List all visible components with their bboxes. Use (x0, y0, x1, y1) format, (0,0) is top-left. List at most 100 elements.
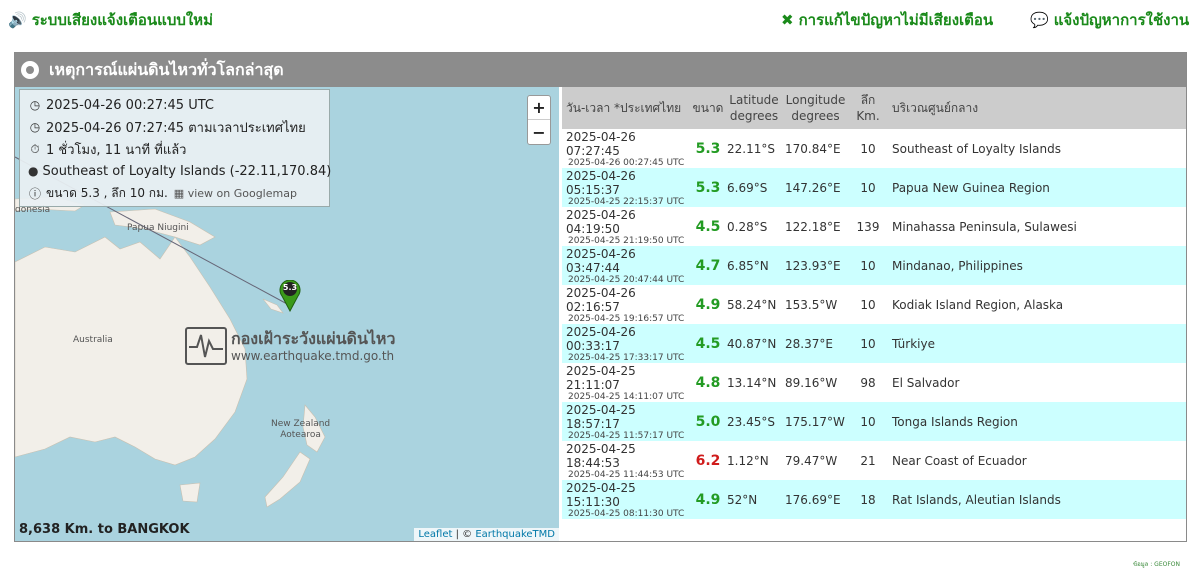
cell-latitude: 0.28°S (727, 219, 768, 234)
cell-thai-time: 2025-04-26 03:47:44 (566, 246, 636, 275)
cell-utc-time: 2025-04-25 08:11:30 UTC (568, 508, 685, 519)
stopwatch-icon: ⏱ (30, 141, 40, 156)
cell-latitude: 6.69°S (727, 180, 768, 195)
cell-date: 2025-04-26 03:47:44 2025-04-25 20:47:44 U… (562, 247, 689, 285)
clock-icon: ◷ (29, 120, 41, 134)
cell-latitude: 58.24°N (727, 297, 777, 312)
table-row[interactable]: 2025-04-26 03:47:44 2025-04-25 20:47:44 U… (562, 246, 1186, 285)
cell-depth: 10 (860, 258, 876, 273)
earthquake-map[interactable]: donesia Papua Niugini Australia New Zeal… (15, 87, 559, 541)
cell-date: 2025-04-25 18:57:17 2025-04-25 11:57:17 U… (562, 403, 689, 441)
map-attribution: Leaflet | © EarthquakeTMD (414, 528, 559, 541)
header-depth: ลึก Km. (856, 93, 880, 123)
cell-date: 2025-04-26 00:33:17 2025-04-25 17:33:17 U… (562, 325, 689, 363)
epicenter-marker[interactable]: 5.3 (279, 279, 301, 313)
map-pin-icon: ● (28, 164, 39, 178)
table-row[interactable]: 2025-04-26 02:16:57 2025-04-25 19:16:57 U… (562, 285, 1186, 324)
cell-magnitude: 4.9 (695, 296, 721, 313)
cell-thai-time: 2025-04-25 21:11:07 (566, 363, 636, 392)
cell-longitude: 176.69°E (785, 492, 841, 507)
table-row[interactable]: 2025-04-26 05:15:37 2025-04-25 22:15:37 U… (562, 168, 1186, 207)
cell-depth: 10 (860, 180, 876, 195)
cell-latitude: 13.14°N (727, 375, 777, 390)
cell-depth: 139 (856, 219, 880, 234)
cell-depth: 18 (860, 492, 876, 507)
cell-longitude: 123.93°E (785, 258, 841, 273)
cell-depth: 21 (860, 453, 876, 468)
zoom-control: + − (527, 95, 551, 145)
cell-location: Tonga Islands Region (892, 414, 1018, 429)
cell-location: Papua New Guinea Region (892, 180, 1050, 195)
zoom-out-button[interactable]: − (528, 120, 550, 144)
info-time-ago: 1 ชั่วโมง, 11 นาที ที่แล้ว (46, 142, 187, 158)
cell-depth: 10 (860, 414, 876, 429)
cell-thai-time: 2025-04-26 04:19:50 (566, 207, 636, 236)
cell-thai-time: 2025-04-26 02:16:57 (566, 285, 636, 314)
cell-magnitude: 5.3 (695, 140, 721, 157)
event-info-box: ◷ 2025-04-26 00:27:45 UTC ◷ 2025-04-26 07:… (19, 89, 332, 207)
cell-date: 2025-04-25 21:11:07 2025-04-25 14:11:07 U… (562, 364, 689, 402)
table-row[interactable]: 2025-04-25 18:44:53 2025-04-25 11:44:53 U… (562, 441, 1186, 480)
cell-longitude: 170.84°E (785, 141, 841, 156)
cell-depth: 10 (860, 297, 876, 312)
cell-latitude: 23.45°S (727, 414, 775, 429)
cell-utc-time: 2025-04-25 21:19:50 UTC (568, 235, 685, 246)
zoom-in-button[interactable]: + (528, 96, 550, 120)
map-icon: ▦ (173, 186, 188, 200)
cell-magnitude: 4.9 (695, 491, 721, 508)
cell-longitude: 153.5°W (785, 297, 838, 312)
map-label-papua: Papua Niugini (127, 223, 189, 233)
clock-icon: ◷ (29, 98, 41, 112)
info-location: Southeast of Loyalty Islands (-22.11,170… (42, 163, 332, 179)
earthquake-panel: เหตุการณ์แผ่นดินไหวทั่วโลกล่าสุด donesia… (14, 52, 1187, 568)
cell-longitude: 89.16°W (785, 375, 838, 390)
fix-sound-label: การแก้ไขปัญหาไม่มีเสียงเตือน (798, 11, 994, 29)
cell-thai-time: 2025-04-25 18:44:53 (566, 441, 636, 470)
cell-utc-time: 2025-04-25 17:33:17 UTC (568, 352, 685, 363)
cell-utc-time: 2025-04-25 11:57:17 UTC (568, 430, 685, 441)
cell-latitude: 40.87°N (727, 336, 777, 351)
panel-header: เหตุการณ์แผ่นดินไหวทั่วโลกล่าสุด (15, 53, 1186, 87)
cell-depth: 98 (860, 375, 876, 390)
cell-magnitude: 4.5 (695, 218, 721, 235)
cell-date: 2025-04-25 18:44:53 2025-04-25 11:44:53 U… (562, 442, 689, 480)
new-sound-system-label: ระบบเสียงแจ้งเตือนแบบใหม่ (31, 11, 213, 29)
leaflet-link[interactable]: Leaflet (418, 529, 452, 540)
cell-thai-time: 2025-04-26 05:15:37 (566, 168, 636, 197)
owner-link[interactable]: EarthquakeTMD (475, 529, 555, 540)
speaker-icon: 🔊 (8, 11, 27, 29)
table-row[interactable]: 2025-04-25 15:11:30 2025-04-25 08:11:30 U… (562, 480, 1186, 519)
cell-location: Mindanao, Philippines (892, 258, 1023, 273)
cell-latitude: 22.11°S (727, 141, 775, 156)
cell-latitude: 6.85°N (727, 258, 769, 273)
cell-location: El Salvador (892, 375, 960, 390)
report-issue-link[interactable]: 💬 แจ้งปัญหาการใช้งาน (1030, 9, 1189, 31)
cell-depth: 10 (860, 141, 876, 156)
googlemap-link[interactable]: ▦ view on Googlemap (174, 187, 297, 200)
cell-location: Minahassa Peninsula, Sulawesi (892, 219, 1077, 234)
table-row[interactable]: 2025-04-25 21:11:07 2025-04-25 14:11:07 U… (562, 363, 1186, 402)
table-row[interactable]: 2025-04-26 07:27:45 2025-04-26 00:27:45 U… (562, 129, 1186, 168)
cell-magnitude: 5.0 (695, 413, 721, 430)
cell-magnitude: 4.7 (695, 257, 721, 274)
cell-longitude: 122.18°E (785, 219, 841, 234)
new-sound-system-link[interactable]: 🔊 ระบบเสียงแจ้งเตือนแบบใหม่ (8, 9, 213, 31)
cell-magnitude: 4.8 (695, 374, 721, 391)
cell-magnitude: 4.5 (695, 335, 721, 352)
cell-date: 2025-04-26 02:16:57 2025-04-25 19:16:57 U… (562, 286, 689, 324)
info-utc-time: 2025-04-26 00:27:45 UTC (46, 97, 214, 113)
table-row[interactable]: 2025-04-25 18:57:17 2025-04-25 11:57:17 U… (562, 402, 1186, 441)
cell-latitude: 1.12°N (727, 453, 769, 468)
info-icon: ⓘ (28, 186, 41, 201)
cell-magnitude: 6.2 (695, 452, 721, 469)
table-row[interactable]: 2025-04-26 04:19:50 2025-04-25 21:19:50 U… (562, 207, 1186, 246)
table-row[interactable]: 2025-04-26 00:33:17 2025-04-25 17:33:17 U… (562, 324, 1186, 363)
info-magnitude-depth: ขนาด 5.3 , ลึก 10 กม. (46, 185, 168, 200)
chat-icon: 💬 (1030, 11, 1049, 29)
cell-utc-time: 2025-04-25 20:47:44 UTC (568, 274, 685, 285)
fix-sound-link[interactable]: ✖ การแก้ไขปัญหาไม่มีเสียงเตือน (781, 9, 993, 31)
watermark-url: www.earthquake.tmd.go.th (231, 349, 395, 363)
cell-thai-time: 2025-04-25 18:57:17 (566, 402, 636, 431)
header-longitude: Longitude degrees (785, 93, 846, 123)
table-body: 2025-04-26 07:27:45 2025-04-26 00:27:45 U… (562, 129, 1186, 519)
